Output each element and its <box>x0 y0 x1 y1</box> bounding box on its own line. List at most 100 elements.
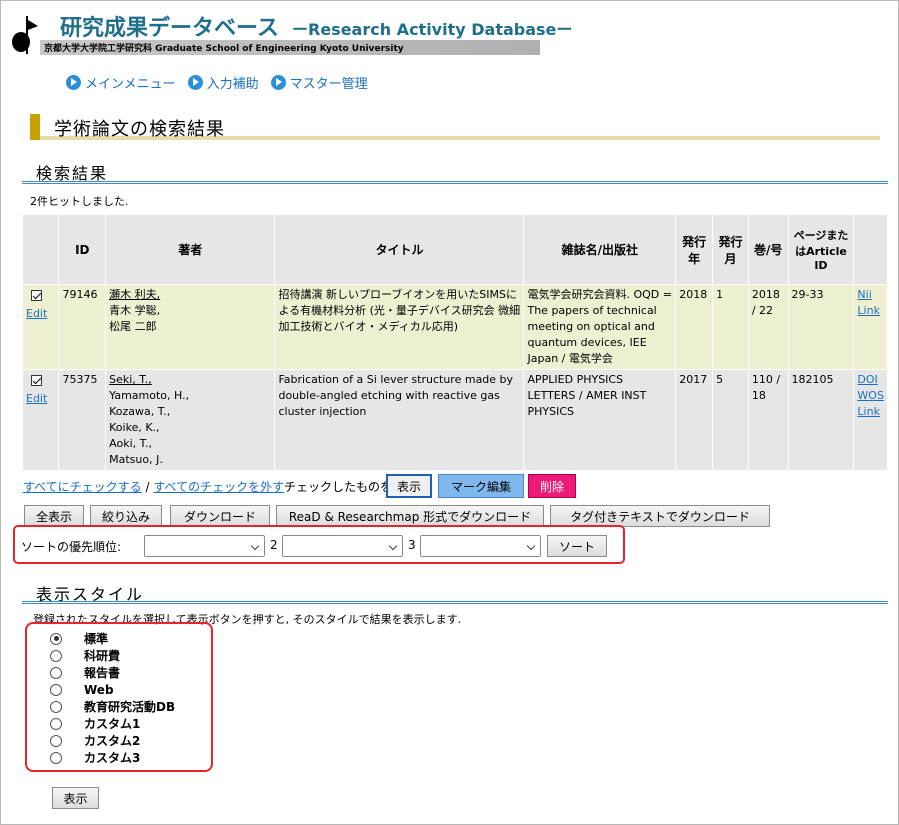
option-label: カスタム3 <box>84 751 141 765</box>
checked-items-label: チェックしたものを: <box>284 480 397 494</box>
month-cell: 1 <box>712 284 749 370</box>
sort-button[interactable]: ソート <box>547 535 607 557</box>
check-all-link[interactable]: すべてにチェックする <box>23 480 142 494</box>
top-nav: メインメニュー 入力補助 マスター管理 <box>66 73 368 92</box>
author-name: Yamamoto, H., <box>109 389 190 402</box>
author-name: Aoki, T., <box>109 437 153 450</box>
arrow-right-icon <box>187 75 203 90</box>
sort-select-2[interactable] <box>282 535 403 557</box>
style-show-button[interactable]: 表示 <box>52 787 99 809</box>
nav-main-menu[interactable]: メインメニュー <box>66 73 176 92</box>
links-cell: DOI WOS Link <box>853 369 888 471</box>
sort-select-3[interactable] <box>420 535 541 557</box>
style-option-standard[interactable]: 標準 <box>50 630 175 647</box>
separator: / <box>145 480 150 494</box>
style-options: 標準 科研費 報告書 Web 教育研究活動DB カスタム1 カスタム2 カスタム… <box>50 630 175 766</box>
style-option-web[interactable]: Web <box>50 681 175 698</box>
style-option-custom2[interactable]: カスタム2 <box>50 732 175 749</box>
style-option-report[interactable]: 報告書 <box>50 664 175 681</box>
option-label: カスタム1 <box>84 717 141 731</box>
col-month: 発行月 <box>712 214 749 285</box>
arrow-right-icon <box>270 75 286 90</box>
journal-cell: 電気学会研究会資料. OQD = The papers of technical… <box>523 284 677 370</box>
radio[interactable] <box>50 751 62 764</box>
uncheck-all-link[interactable]: すべてのチェックを外す <box>153 480 284 494</box>
option-label: 教育研究活動DB <box>84 700 176 714</box>
style-option-kaken[interactable]: 科研費 <box>50 647 175 664</box>
radio-selected[interactable] <box>50 632 62 645</box>
col-title: タイトル <box>274 214 525 285</box>
radio[interactable] <box>50 683 62 696</box>
radio[interactable] <box>50 666 62 679</box>
section-divider <box>22 601 888 604</box>
col-authors: 著者 <box>105 214 276 285</box>
option-label: 標準 <box>84 632 109 646</box>
sort-select-1[interactable] <box>144 535 265 557</box>
select-cell: Edit <box>21 284 60 370</box>
sort-priority-2: 2 <box>270 538 278 552</box>
show-all-button[interactable]: 全表示 <box>24 505 84 527</box>
university-logo-icon <box>12 16 38 54</box>
show-checked-button[interactable]: 表示 <box>386 474 432 498</box>
select-cell: Edit <box>21 369 60 471</box>
month-cell: 5 <box>712 369 749 471</box>
wos-link[interactable]: WOS <box>857 389 884 402</box>
check-links: すべてにチェックする / すべてのチェックを外す <box>23 478 284 495</box>
doi-link[interactable]: DOI <box>857 373 877 386</box>
radio[interactable] <box>50 700 62 713</box>
style-option-custom1[interactable]: カスタム1 <box>50 715 175 732</box>
read-researchmap-download-button[interactable]: ReaD & Researchmap 形式でダウンロード <box>276 505 544 527</box>
col-journal: 雑誌名/出版社 <box>523 214 677 285</box>
col-volume: 巻/号 <box>747 214 789 285</box>
edit-link[interactable]: Edit <box>26 392 47 405</box>
nav-master-admin[interactable]: マスター管理 <box>270 73 368 92</box>
volume-cell: 110 / 18 <box>747 369 789 471</box>
site-title: 研究成果データベース <box>60 16 279 41</box>
site-subtitle: ーResearch Activity Databaseー <box>292 20 573 39</box>
arrow-right-icon <box>66 75 81 90</box>
delete-button[interactable]: 削除 <box>528 474 576 498</box>
authors-cell: 瀬木 利夫, 青木 学聡, 松尾 二郎 <box>105 284 276 370</box>
row-checkbox[interactable] <box>31 375 42 386</box>
author-name[interactable]: 瀬木 利夫, <box>109 288 160 301</box>
style-option-custom3[interactable]: カスタム3 <box>50 749 175 766</box>
download-button[interactable]: ダウンロード <box>170 505 270 527</box>
radio[interactable] <box>50 649 62 662</box>
nav-label: メインメニュー <box>85 77 176 92</box>
page-title-block: 学術論文の検索結果 <box>30 114 880 142</box>
edit-link[interactable]: Edit <box>26 307 47 320</box>
id-cell: 75375 <box>58 369 107 471</box>
external-link[interactable]: Link <box>857 304 880 317</box>
style-option-edu-db[interactable]: 教育研究活動DB <box>50 698 175 715</box>
tagged-text-download-button[interactable]: タグ付きテキストでダウンロード <box>550 505 770 527</box>
external-link[interactable]: Link <box>857 405 880 418</box>
col-pages: ページまたはArticle ID <box>787 214 855 285</box>
title-cell: 招待講演 新しいプローブイオンを用いたSIMSによる有機材料分析 (光・量子デバ… <box>274 284 525 370</box>
author-name: Matsuo, J. <box>109 453 163 466</box>
mark-edit-button[interactable]: マーク編集 <box>438 474 524 498</box>
nii-link[interactable]: Nii <box>857 288 871 301</box>
year-cell: 2018 <box>675 284 714 370</box>
radio[interactable] <box>50 717 62 730</box>
option-label: 報告書 <box>84 666 121 680</box>
author-name: 青木 学聡, <box>109 304 161 317</box>
author-name[interactable]: Seki, T., <box>109 373 152 386</box>
radio[interactable] <box>50 734 62 747</box>
sort-priority-3: 3 <box>408 538 416 552</box>
nav-input-assist[interactable]: 入力補助 <box>187 73 259 92</box>
nav-label: 入力補助 <box>206 77 259 92</box>
id-cell: 79146 <box>58 284 107 370</box>
filter-button[interactable]: 絞り込み <box>90 505 162 527</box>
table-row: Edit 79146 瀬木 利夫, 青木 学聡, 松尾 二郎 招待講演 新しいプ… <box>21 284 888 370</box>
row-checkbox[interactable] <box>31 290 42 301</box>
journal-cell: APPLIED PHYSICS LETTERS / AMER INST PHYS… <box>523 369 677 471</box>
author-name: 松尾 二郎 <box>109 320 157 333</box>
results-table: ID 著者 タイトル 雑誌名/出版社 発行年 発行月 巻/号 ページまたはArt… <box>21 214 888 471</box>
hit-count: 2件ヒットしました. <box>30 195 129 208</box>
pages-cell: 29-33 <box>787 284 855 370</box>
author-name: Koike, K., <box>109 421 160 434</box>
section-divider <box>22 181 888 184</box>
pages-cell: 182105 <box>787 369 855 471</box>
page-title: 学術論文の検索結果 <box>54 119 225 140</box>
volume-cell: 2018 / 22 <box>747 284 789 370</box>
